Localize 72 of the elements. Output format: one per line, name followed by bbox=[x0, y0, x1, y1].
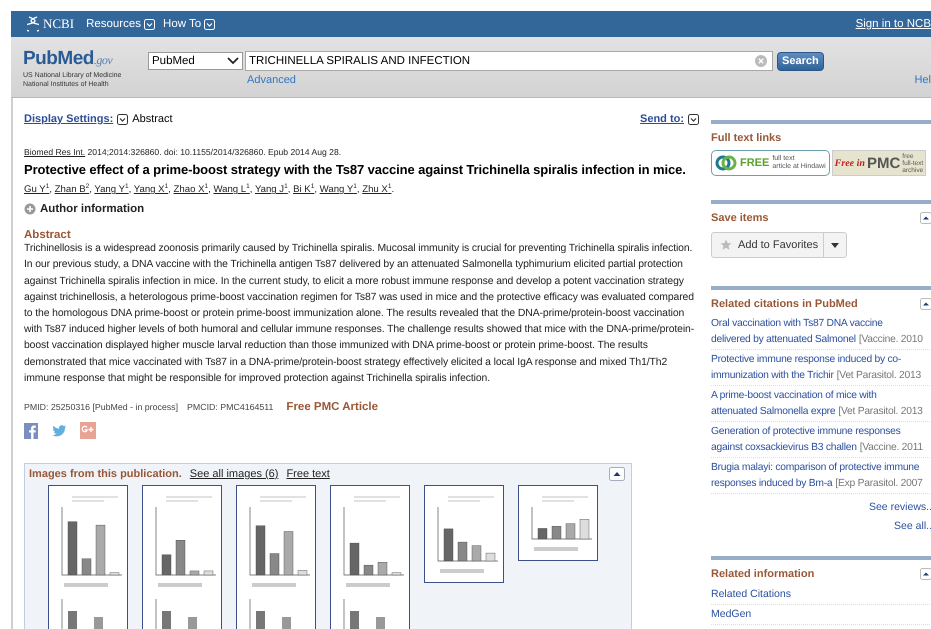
more-link[interactable]: See all.. bbox=[711, 520, 931, 532]
citation-link[interactable]: responses induced by Bm-a bbox=[711, 476, 832, 492]
pubmed-logo[interactable]: PubMed.gov bbox=[23, 48, 148, 71]
chevron-icon bbox=[227, 57, 239, 65]
caret-icon bbox=[831, 242, 839, 248]
add-to-favorites-button[interactable]: Add to Favorites bbox=[712, 233, 824, 257]
search-field[interactable]: TRICHINELLA SPIRALIS AND INFECTION bbox=[245, 51, 773, 71]
pmid-text: PMID: 25250316 [PubMed - in process] bbox=[24, 402, 178, 412]
author-link[interactable]: Wang Y$^{1}$ bbox=[320, 184, 357, 196]
collapse-button[interactable] bbox=[920, 212, 931, 224]
format-label: Abstract bbox=[132, 113, 173, 125]
author-link[interactable]: Zhan B$^{2}$ bbox=[54, 184, 90, 196]
star-icon bbox=[720, 239, 732, 251]
journal-link[interactable]: Biomed Res Int. bbox=[24, 147, 86, 157]
section-title: Related information bbox=[711, 568, 814, 580]
citation-link[interactable]: delivered by attenuated Salmonel bbox=[711, 332, 856, 348]
rings-icon bbox=[715, 155, 737, 171]
author-link[interactable]: Wang L$^{1}$ bbox=[213, 184, 250, 196]
related-info-link[interactable]: MedGen bbox=[711, 605, 931, 625]
panel-link[interactable]: Free text bbox=[286, 468, 330, 480]
free-pmc-link[interactable]: Free PMC Article bbox=[286, 401, 378, 414]
facebook-icon[interactable] bbox=[24, 422, 38, 439]
citation-source: [Vet Parasitol. 2013 bbox=[838, 405, 923, 419]
author-link[interactable]: Gu Y$^{1}$ bbox=[24, 184, 50, 196]
article-title: Protective effect of a prime-boost strategy with the Ts87 vaccine against Trichinella spiralis infection in mice. bbox=[24, 162, 687, 177]
citation-source: [Exp Parasitol. 2007 bbox=[835, 477, 923, 491]
more-link[interactable]: See reviews.. bbox=[711, 501, 931, 513]
ncbi-logo[interactable]: NCBI bbox=[43, 16, 74, 32]
section-title: Related citations in PubMed bbox=[711, 298, 858, 310]
related-info-link[interactable]: Related Citations bbox=[711, 585, 931, 605]
menu-link[interactable]: Resources bbox=[86, 18, 156, 30]
caret-icon bbox=[144, 18, 156, 30]
search-button[interactable]: Search bbox=[777, 52, 824, 70]
abstract-text: Trichinellosis is a widespread zoonosis primarily caused by Trichinella spiralis. Mucosal immunity is crucial for preventing Trichinella spiralis infection. In our previous study, a DNA vaccine with the Trichinella antigen Ts87 delivered by an attenuated Salmonella typhimurium elicited partial protection against Trichinella spiralis infection in mice. In the current study, to elicit a more robust immune response and develop a potent vaccination strategy against trichinellosis, a heterologous prime-boost vaccination regimen for Ts87 was used in mice and the protective efficacy was evaluated compared to the homologous DNA prime-boost or protein prime-boost immunization alone. The results revealed that the DNA-prime/protein-boost vaccination with Ts87 induced higher levels of both humoral and cellular immune responses. The challenge results showed that mice with the DNA-prime/protein-boost vaccination displayed higher muscle larval reduction than those immunized with DNA prime-boost or protein prime-boost. The results demonstrated that mice vaccinated with Ts87 in a DNA-prime/protein-boost strategy effectively elicited a local IgA response and mixed Th1/Th2 immune response that might be responsible for improved protection against Trichinella spiralis infection. bbox=[24, 242, 696, 386]
panel-link[interactable]: See all images (6) bbox=[190, 468, 278, 480]
author-link[interactable]: Bi K$^{1}$ bbox=[293, 184, 314, 196]
database-select[interactable]: PubMed bbox=[148, 52, 243, 70]
citation-link[interactable]: against coxsackievirus B3 challen bbox=[711, 440, 857, 456]
abstract-heading: Abstract bbox=[24, 229, 72, 242]
author-information-toggle[interactable]: Author information bbox=[40, 203, 144, 216]
section-title: Full text links bbox=[711, 132, 782, 144]
caret-icon[interactable] bbox=[117, 114, 128, 124]
author-link[interactable]: Zhao X$^{1}$ bbox=[174, 184, 208, 196]
author-list: Gu Y$^{1}$, Zhan B$^{2}$, Yang Y$^{1}$, Yang X$^{1}$, Zhao X$^{1}$, Wang L$^{1}$, Yang J$^{1}$, Bi K$^{1}$, Wang Y$^{1}$, Zhu X$^{1}$. bbox=[24, 183, 701, 196]
collapse-button[interactable] bbox=[609, 467, 625, 482]
collapse-button[interactable] bbox=[920, 568, 931, 580]
section-title: Save items bbox=[711, 212, 768, 224]
caret-icon bbox=[204, 18, 216, 30]
author-link[interactable]: Yang Y$^{1}$ bbox=[94, 184, 129, 196]
citation-link[interactable]: Oral vaccination with Ts87 DNA vaccine bbox=[711, 316, 931, 332]
plus-icon[interactable] bbox=[24, 203, 36, 216]
citation-link[interactable]: Protective immune response induced by co- bbox=[711, 352, 931, 368]
caret-icon[interactable] bbox=[688, 114, 699, 124]
menu-link[interactable]: How To bbox=[163, 18, 216, 30]
panel-title: Images from this publication. bbox=[29, 468, 182, 480]
pmcid-text: PMCID: PMC4164511 bbox=[187, 402, 274, 412]
citation-link[interactable]: A prime-boost vaccination of mice with bbox=[711, 388, 931, 404]
citation-link[interactable]: attenuated Salmonella expre bbox=[711, 404, 836, 420]
send-to-link[interactable]: Send to: bbox=[640, 113, 684, 125]
citation-source: [Vet Parasitol. 2013 bbox=[836, 369, 921, 383]
sign-in-link[interactable]: Sign in to NCB bbox=[856, 18, 931, 30]
citation-source: [Vaccine. 2011 bbox=[860, 441, 923, 455]
author-link[interactable]: Zhu X$^{1}$ bbox=[362, 184, 392, 196]
author-link[interactable]: Yang J$^{1}$ bbox=[254, 184, 288, 196]
collapse-button[interactable] bbox=[920, 298, 931, 310]
citation-link[interactable]: Brugia malayi: comparison of protective immune bbox=[711, 460, 931, 476]
display-settings-link[interactable]: Display Settings: bbox=[24, 113, 114, 125]
citation-link[interactable]: immunization with the Trichir bbox=[711, 368, 834, 384]
citation-link[interactable]: Generation of protective immune responses bbox=[711, 424, 931, 440]
citation: Biomed Res Int. 2014;2014:326860. doi: 10.1155/2014/326860. Epub 2014 Aug 28. bbox=[24, 147, 342, 157]
citation-source: [Vaccine. 2010 bbox=[858, 333, 923, 347]
author-link[interactable]: Yang X$^{1}$ bbox=[134, 184, 168, 196]
